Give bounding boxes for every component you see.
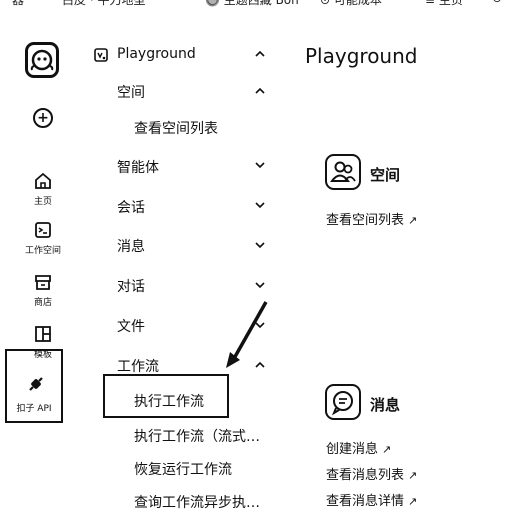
external-link-icon: ↗ [408, 214, 418, 227]
nav-item-bot[interactable]: 智能体 [117, 157, 159, 177]
nav-item-run-workflow-stream[interactable]: 执行工作流（流式… [134, 426, 260, 446]
external-link-icon: ↗ [408, 469, 418, 482]
external-link-icon: ↗ [408, 495, 418, 508]
link-text[interactable]: 查看空间列表 [326, 213, 404, 228]
add-button[interactable]: + [33, 108, 53, 128]
link-list-spaces[interactable]: 查看空间列表 ↗ [326, 209, 417, 228]
terminal-icon [35, 222, 51, 238]
nav-item-resume-workflow[interactable]: 恢复运行工作流 [134, 459, 232, 479]
home-icon [35, 172, 51, 189]
nav-item-space[interactable]: 空间 [117, 82, 145, 102]
nav-item-workflow[interactable]: 工作流 [117, 356, 159, 376]
rail-item-home[interactable]: 主页 [13, 172, 73, 207]
message-card-title: 消息 [370, 396, 401, 414]
chevron-up-icon[interactable] [253, 47, 267, 61]
nav-item-run-workflow[interactable]: 执行工作流 [134, 391, 204, 411]
app-logo[interactable] [25, 42, 59, 78]
nav-item-chat[interactable]: 对话 [117, 276, 145, 296]
rail-item-workspace[interactable]: 工作空间 [13, 221, 73, 256]
nav-item-file[interactable]: 文件 [117, 316, 145, 336]
template-icon [35, 326, 51, 342]
space-card-title: 空间 [370, 166, 401, 184]
chevron-down-icon[interactable] [253, 278, 267, 292]
toolbar-fragment: 器 [12, 0, 25, 7]
message-card-icon [325, 384, 361, 420]
page-title: Playground [305, 44, 418, 68]
rail-label: 工作空间 [24, 246, 61, 256]
link-text[interactable]: 创建消息 [326, 442, 378, 457]
people-icon [330, 161, 356, 182]
link-text[interactable]: 查看消息列表 [326, 468, 404, 483]
plus-icon: + [37, 110, 49, 126]
nav-section-playground[interactable]: Playground [117, 46, 196, 62]
nav-item-query-workflow-async[interactable]: 查询工作流异步执… [134, 492, 260, 512]
toolbar-fragment[interactable]: 白皮 · 平刀地型 [62, 0, 145, 8]
link-message-detail[interactable]: 查看消息详情 ↗ [326, 490, 417, 509]
plugin-icon [29, 377, 43, 391]
annotation-arrow [226, 301, 268, 368]
rail-label: 商店 [33, 298, 52, 308]
api-doc-icon [94, 48, 108, 62]
toolbar-fragment[interactable]: ⊙ 可能成本 [320, 0, 382, 8]
link-create-message[interactable]: 创建消息 ↗ [326, 438, 391, 457]
space-card-icon [325, 154, 361, 190]
store-icon [35, 275, 51, 290]
rail-item-store[interactable]: 商店 [13, 273, 73, 308]
nav-item-conversation[interactable]: 会话 [117, 197, 145, 217]
chevron-down-icon[interactable] [253, 198, 267, 212]
chat-bubble-icon [331, 391, 353, 416]
link-list-messages[interactable]: 查看消息列表 ↗ [326, 464, 417, 483]
toolbar-fragment[interactable]: ⊙ [492, 0, 502, 5]
toolbar-fragment[interactable]: ≡ 主页 [425, 0, 463, 8]
chevron-down-icon[interactable] [253, 238, 267, 252]
nav-item-message[interactable]: 消息 [117, 236, 145, 256]
chevron-down-icon[interactable] [253, 158, 267, 172]
chevron-up-icon[interactable] [253, 84, 267, 98]
toolbar-fragment[interactable]: 🔘 主题西藏 Bon [205, 0, 299, 8]
coze-logo-icon [30, 49, 54, 71]
nav-item-list-spaces[interactable]: 查看空间列表 [134, 118, 218, 138]
rail-label: 扣子 API [16, 404, 52, 414]
external-link-icon: ↗ [382, 443, 392, 456]
top-toolbar: 器 白皮 · 平刀地型 🔘 主题西藏 Bon ⊙ 可能成本 ≡ 主页 ⊙ [0, 0, 523, 8]
rail-item-api[interactable]: 扣子 API [5, 349, 63, 423]
rail-label: 主页 [33, 197, 52, 207]
link-text[interactable]: 查看消息详情 [326, 494, 404, 509]
